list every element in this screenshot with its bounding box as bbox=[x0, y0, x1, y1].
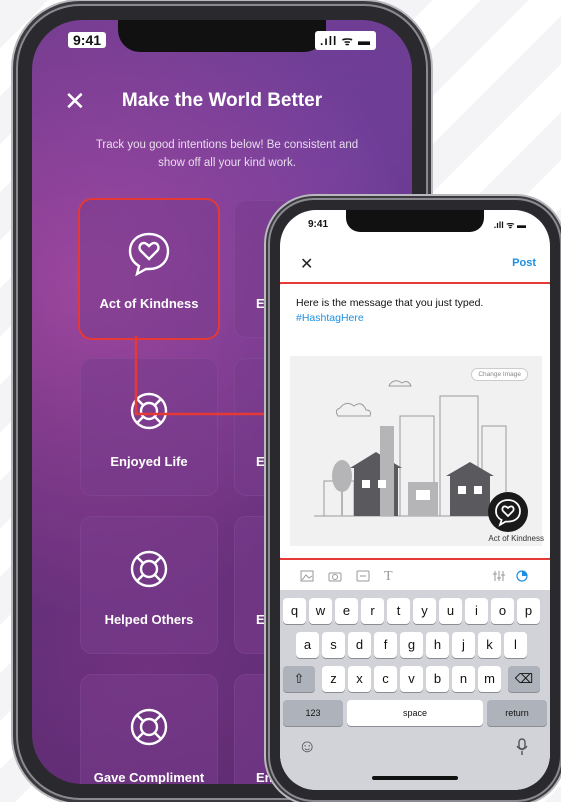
key-w[interactable]: w bbox=[309, 598, 332, 624]
heart-bubble-icon bbox=[495, 499, 521, 527]
status-bar: 9:41 .ıll ᯤ ▬ bbox=[32, 20, 412, 60]
change-image-button[interactable]: Change Image bbox=[471, 368, 528, 381]
camera-icon[interactable] bbox=[328, 570, 342, 582]
keyboard: q w e r t y u i o p a s d f g h j k l ⇧ … bbox=[280, 590, 550, 790]
numbers-key[interactable]: 123 bbox=[283, 700, 343, 726]
close-icon[interactable]: ✕ bbox=[300, 254, 313, 274]
page-subtitle: Track you good intentions below! Be cons… bbox=[95, 139, 359, 169]
tile-label: Gave Compliment bbox=[93, 770, 205, 784]
key-m[interactable]: m bbox=[478, 666, 501, 692]
key-d[interactable]: d bbox=[348, 632, 371, 658]
key-h[interactable]: h bbox=[426, 632, 449, 658]
heart-bubble-icon bbox=[128, 232, 170, 277]
key-p[interactable]: p bbox=[517, 598, 540, 624]
keyboard-row-3: ⇧ z x c v b n m ⌫ bbox=[280, 666, 550, 692]
key-x[interactable]: x bbox=[348, 666, 371, 692]
key-b[interactable]: b bbox=[426, 666, 449, 692]
key-o[interactable]: o bbox=[491, 598, 514, 624]
key-z[interactable]: z bbox=[322, 666, 345, 692]
return-key[interactable]: return bbox=[487, 700, 547, 726]
key-y[interactable]: y bbox=[413, 598, 436, 624]
status-time: 9:41 bbox=[68, 32, 107, 48]
message-text[interactable]: Here is the message that you just typed.… bbox=[296, 296, 536, 326]
status-icons: .ıll ᯤ ▬ bbox=[493, 220, 526, 230]
tile-label: Act of Kindness bbox=[99, 296, 199, 311]
space-key[interactable]: space bbox=[347, 700, 483, 726]
status-icons: .ıll ᯤ ▬ bbox=[315, 31, 376, 50]
key-v[interactable]: v bbox=[400, 666, 423, 692]
tile-helped-others[interactable]: Helped Others bbox=[80, 516, 218, 654]
front-phone: 9:41 .ıll ᯤ ▬ ✕ Post Here is the message… bbox=[270, 200, 560, 800]
post-button[interactable]: Post bbox=[512, 257, 536, 269]
circle-icon[interactable] bbox=[516, 570, 528, 582]
tile-label: Enjoyed Life bbox=[110, 454, 188, 469]
key-s[interactable]: s bbox=[322, 632, 345, 658]
key-n[interactable]: n bbox=[452, 666, 475, 692]
compose-screen: 9:41 .ıll ᯤ ▬ ✕ Post Here is the message… bbox=[280, 210, 550, 790]
badge-label: Act of Kindness bbox=[488, 534, 544, 543]
key-a[interactable]: a bbox=[296, 632, 319, 658]
key-f[interactable]: f bbox=[374, 632, 397, 658]
lifebuoy-icon bbox=[130, 550, 168, 588]
tile-act-of-kindness[interactable]: Act of Kindness bbox=[80, 200, 218, 338]
key-e[interactable]: e bbox=[335, 598, 358, 624]
tile-enjoyed-life[interactable]: Enjoyed Life bbox=[80, 358, 218, 496]
keyboard-row-1: q w e r t y u i o p bbox=[280, 598, 550, 624]
message-body: Here is the message that you just typed. bbox=[296, 297, 484, 309]
keyboard-row-2: a s d f g h j k l bbox=[280, 632, 550, 658]
page-title: Make the World Better bbox=[121, 90, 323, 111]
key-l[interactable]: l bbox=[504, 632, 527, 658]
key-q[interactable]: q bbox=[283, 598, 306, 624]
image-icon[interactable] bbox=[300, 570, 314, 582]
emoji-icon[interactable]: ☺ bbox=[298, 736, 316, 757]
lifebuoy-icon bbox=[130, 708, 168, 746]
text-icon[interactable]: T bbox=[384, 569, 393, 585]
status-time: 9:41 bbox=[308, 219, 329, 230]
key-c[interactable]: c bbox=[374, 666, 397, 692]
gif-icon[interactable] bbox=[356, 570, 370, 582]
backspace-key[interactable]: ⌫ bbox=[508, 666, 540, 692]
keyboard-row-4: 123 space return bbox=[280, 700, 550, 726]
microphone-icon[interactable] bbox=[516, 738, 528, 756]
keyboard-row-5: ☺ bbox=[280, 736, 550, 762]
key-u[interactable]: u bbox=[439, 598, 462, 624]
key-k[interactable]: k bbox=[478, 632, 501, 658]
key-i[interactable]: i bbox=[465, 598, 488, 624]
settings-icon[interactable] bbox=[492, 570, 506, 582]
tile-label: Helped Others bbox=[104, 612, 194, 627]
home-indicator bbox=[372, 776, 458, 780]
tile-gave-compliment[interactable]: Gave Compliment bbox=[80, 674, 218, 784]
lifebuoy-icon bbox=[130, 392, 168, 430]
kindness-badge[interactable] bbox=[488, 492, 528, 532]
hashtag-link[interactable]: #HashtagHere bbox=[296, 311, 536, 326]
key-j[interactable]: j bbox=[452, 632, 475, 658]
key-t[interactable]: t bbox=[387, 598, 410, 624]
key-r[interactable]: r bbox=[361, 598, 384, 624]
notch bbox=[346, 210, 484, 232]
key-g[interactable]: g bbox=[400, 632, 423, 658]
shift-key[interactable]: ⇧ bbox=[283, 666, 315, 692]
compose-toolbar: T bbox=[280, 569, 550, 590]
